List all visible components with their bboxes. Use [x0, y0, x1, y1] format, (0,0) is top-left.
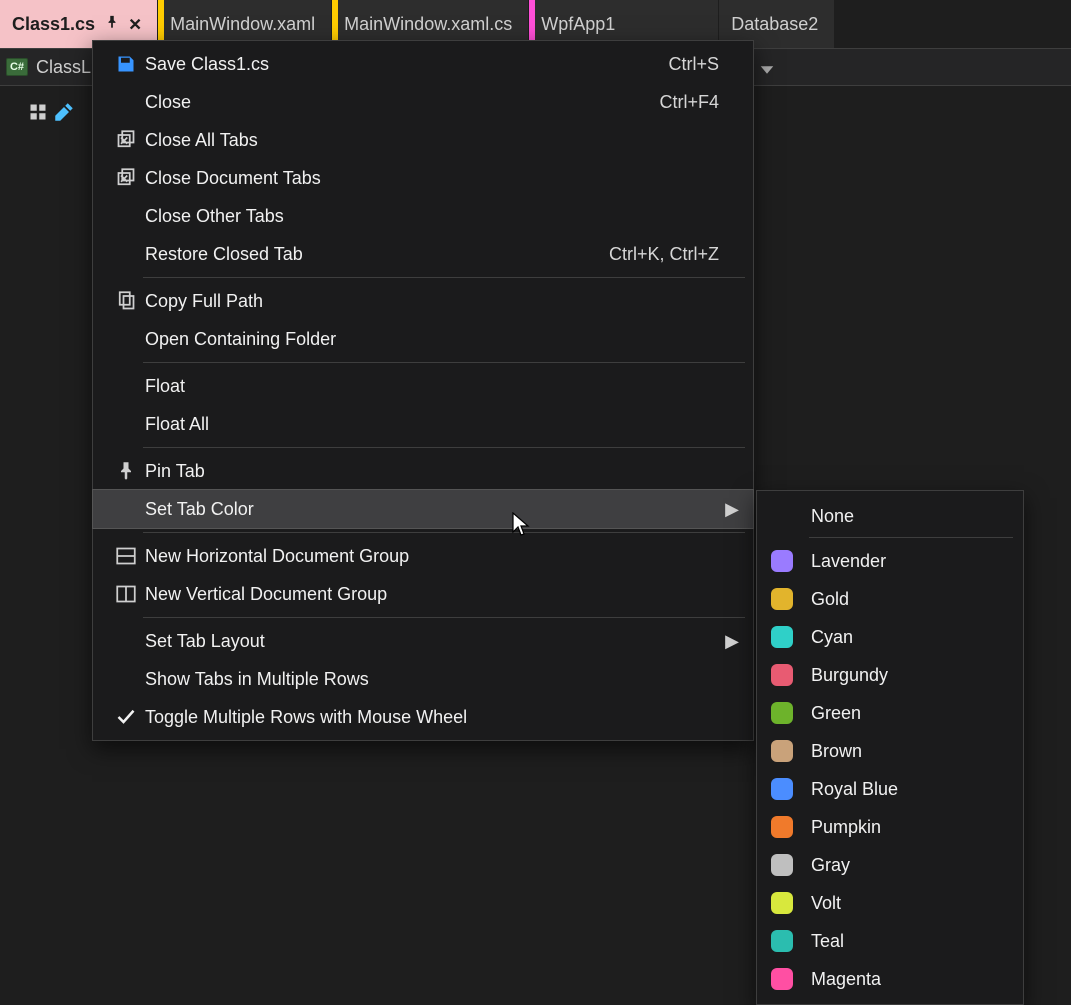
- tab-label: MainWindow.xaml: [170, 14, 315, 35]
- split-vertical-icon: [107, 584, 145, 604]
- screwdriver-icon[interactable]: [54, 102, 74, 127]
- menu-separator: [143, 362, 745, 363]
- color-swatch: [771, 588, 793, 610]
- color-swatch: [771, 626, 793, 648]
- csharp-badge-icon: C#: [6, 58, 28, 76]
- menu-close[interactable]: Close Ctrl+F4: [93, 83, 753, 121]
- menu-toggle-wheel-multirow[interactable]: Toggle Multiple Rows with Mouse Wheel: [93, 698, 753, 736]
- project-dropdown[interactable]: ClassL: [36, 57, 91, 78]
- menu-separator: [809, 537, 1013, 538]
- menu-separator: [143, 617, 745, 618]
- color-swatch: [771, 854, 793, 876]
- shortcut-label: Ctrl+K, Ctrl+Z: [609, 244, 725, 265]
- tab-label: Database2: [731, 14, 818, 35]
- menu-float-all[interactable]: Float All: [93, 405, 753, 443]
- split-horizontal-icon: [107, 546, 145, 566]
- close-docs-icon: [107, 168, 145, 188]
- save-icon: [107, 54, 145, 74]
- color-swatch: [771, 816, 793, 838]
- copy-icon: [107, 291, 145, 311]
- menu-new-horizontal-group[interactable]: New Horizontal Document Group: [93, 537, 753, 575]
- dropdown-chevron-icon[interactable]: [757, 60, 777, 80]
- color-swatch: [771, 550, 793, 572]
- color-gold[interactable]: Gold: [757, 580, 1023, 618]
- tab-color-indicator: [0, 0, 6, 48]
- color-cyan[interactable]: Cyan: [757, 618, 1023, 656]
- color-pumpkin[interactable]: Pumpkin: [757, 808, 1023, 846]
- tab-label: Class1.cs: [12, 14, 95, 35]
- color-swatch: [771, 702, 793, 724]
- menu-show-multirow[interactable]: Show Tabs in Multiple Rows: [93, 660, 753, 698]
- tab-color-submenu: None Lavender Gold Cyan Burgundy Green B…: [756, 490, 1024, 1005]
- color-swatch: [771, 778, 793, 800]
- color-magenta[interactable]: Magenta: [757, 960, 1023, 998]
- color-swatch: [771, 930, 793, 952]
- menu-open-folder[interactable]: Open Containing Folder: [93, 320, 753, 358]
- color-swatch: [771, 892, 793, 914]
- menu-copy-path[interactable]: Copy Full Path: [93, 282, 753, 320]
- pin-icon[interactable]: [105, 15, 119, 34]
- color-burgundy[interactable]: Burgundy: [757, 656, 1023, 694]
- color-volt[interactable]: Volt: [757, 884, 1023, 922]
- tab-label: WpfApp1: [541, 14, 615, 35]
- menu-set-tab-layout[interactable]: Set Tab Layout ▶: [93, 622, 753, 660]
- menu-close-all[interactable]: Close All Tabs: [93, 121, 753, 159]
- close-all-icon: [107, 130, 145, 150]
- menu-new-vertical-group[interactable]: New Vertical Document Group: [93, 575, 753, 613]
- menu-restore-closed[interactable]: Restore Closed Tab Ctrl+K, Ctrl+Z: [93, 235, 753, 273]
- color-gray[interactable]: Gray: [757, 846, 1023, 884]
- color-lavender[interactable]: Lavender: [757, 542, 1023, 580]
- color-royal-blue[interactable]: Royal Blue: [757, 770, 1023, 808]
- submenu-arrow-icon: ▶: [725, 631, 739, 652]
- color-teal[interactable]: Teal: [757, 922, 1023, 960]
- color-swatch: [771, 968, 793, 990]
- tab-label: MainWindow.xaml.cs: [344, 14, 512, 35]
- shortcut-label: Ctrl+F4: [659, 92, 725, 113]
- submenu-arrow-icon: ▶: [725, 499, 739, 520]
- close-icon[interactable]: ✕: [129, 11, 141, 37]
- pin-icon: [107, 461, 145, 481]
- menu-pin-tab[interactable]: Pin Tab: [93, 452, 753, 490]
- shortcut-label: Ctrl+S: [668, 54, 725, 75]
- menu-close-other[interactable]: Close Other Tabs: [93, 197, 753, 235]
- tab-context-menu: Save Class1.cs Ctrl+S Close Ctrl+F4 Clos…: [92, 40, 754, 741]
- menu-close-docs[interactable]: Close Document Tabs: [93, 159, 753, 197]
- color-swatch: [771, 664, 793, 686]
- menu-separator: [143, 532, 745, 533]
- menu-set-tab-color[interactable]: Set Tab Color ▶: [93, 490, 753, 528]
- editor-gutter: [28, 102, 74, 127]
- color-none[interactable]: None: [757, 497, 1023, 535]
- checkmark-icon: [107, 707, 145, 727]
- menu-save[interactable]: Save Class1.cs Ctrl+S: [93, 45, 753, 83]
- color-green[interactable]: Green: [757, 694, 1023, 732]
- menu-separator: [143, 447, 745, 448]
- color-swatch: [771, 740, 793, 762]
- outline-icon[interactable]: [28, 102, 48, 127]
- menu-float[interactable]: Float: [93, 367, 753, 405]
- menu-separator: [143, 277, 745, 278]
- color-brown[interactable]: Brown: [757, 732, 1023, 770]
